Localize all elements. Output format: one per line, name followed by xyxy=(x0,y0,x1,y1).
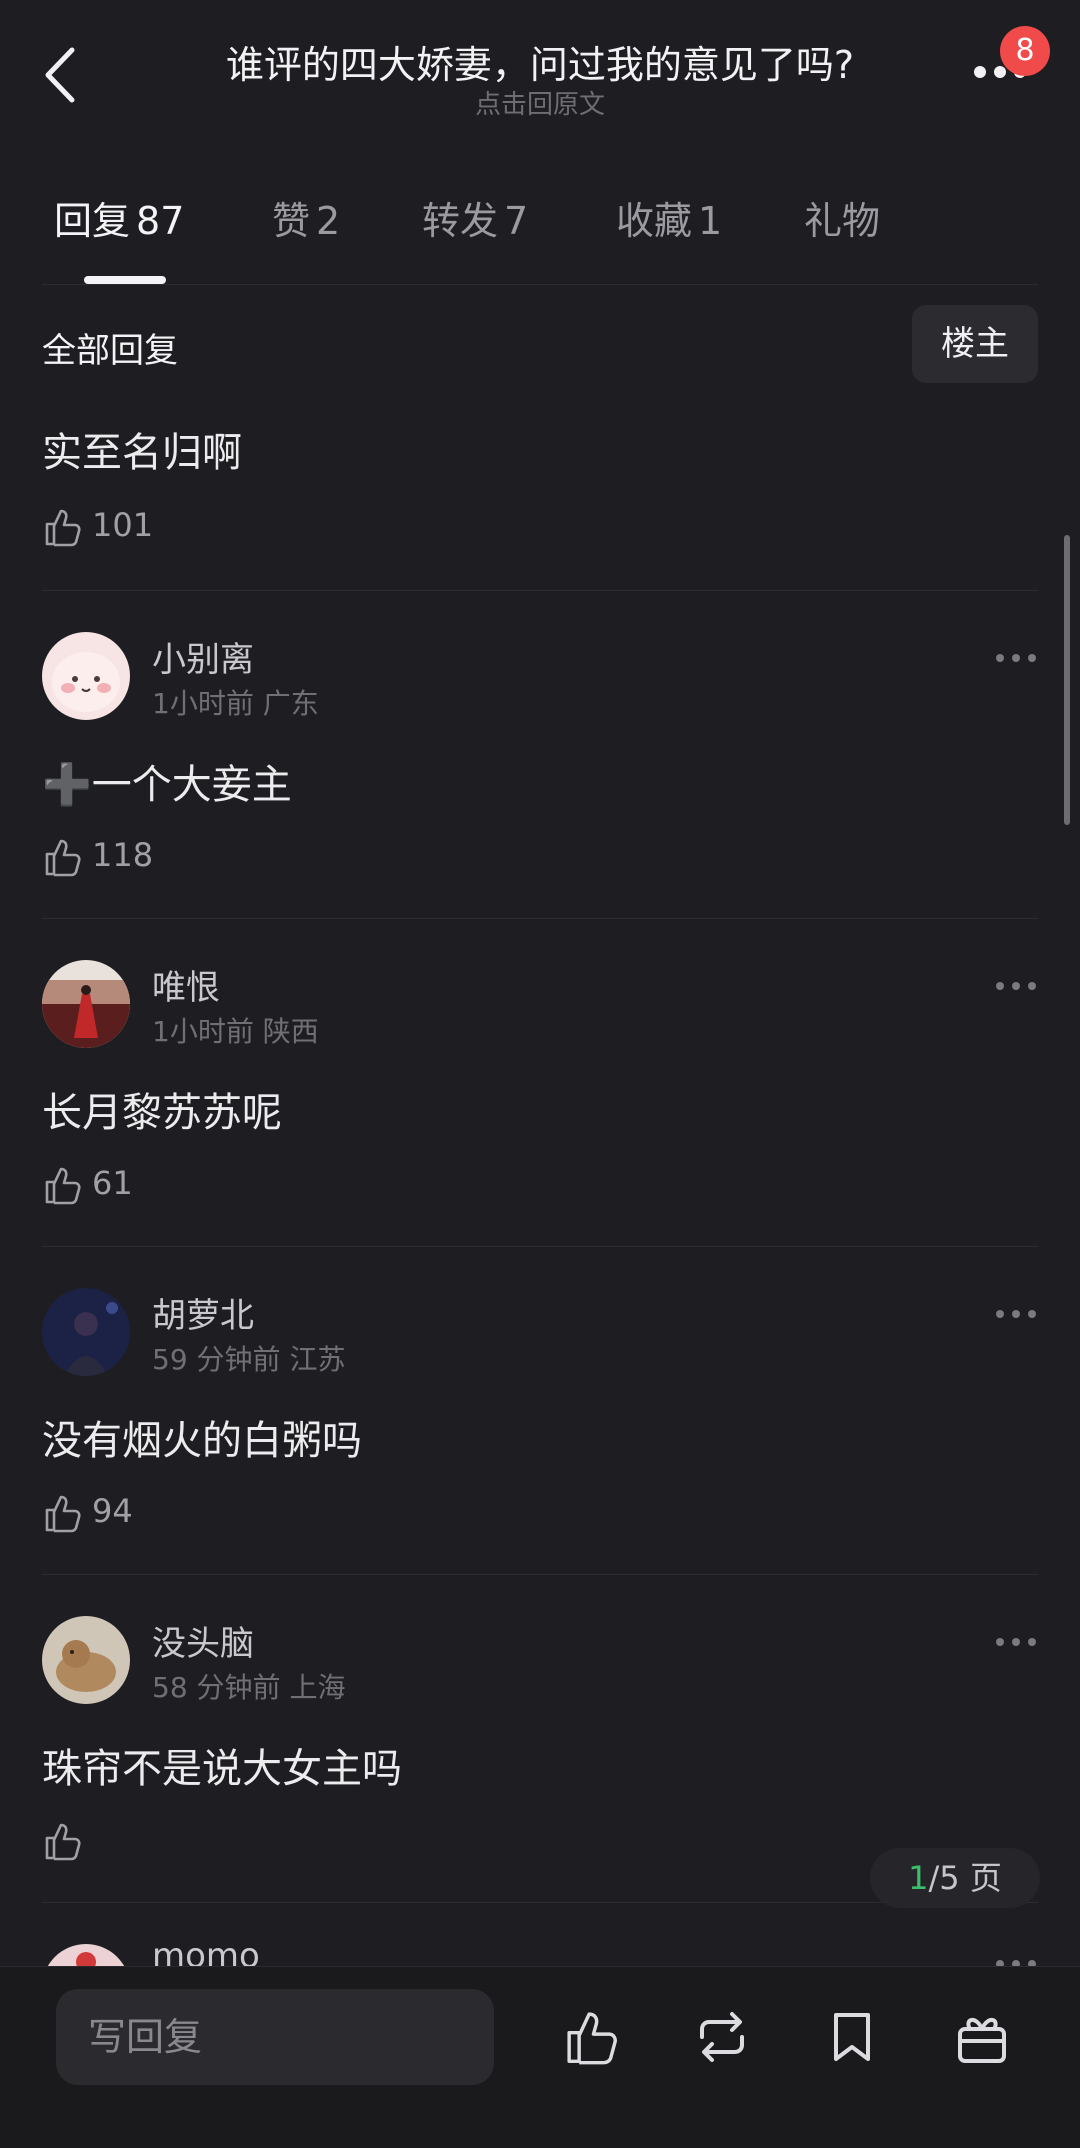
thumbs-up-icon xyxy=(45,509,81,547)
comment-item: 小别离 1小时前 广东 ➕一个大妾主 118 xyxy=(42,632,1038,919)
comment-item: momo xyxy=(42,1944,1038,1966)
comment-meta: 59 分钟前 江苏 xyxy=(152,1338,345,1378)
comment-time: 1小时前 xyxy=(152,1015,254,1048)
all-replies-label: 全部回复 xyxy=(42,331,178,371)
tab-label: 收藏 xyxy=(616,199,693,243)
comment-more-button[interactable] xyxy=(994,1956,1038,1966)
comment-divider xyxy=(42,1246,1038,1247)
like-count: 61 xyxy=(92,1164,133,1202)
thumbs-up-icon xyxy=(45,839,81,877)
gift-icon xyxy=(958,2018,1006,2063)
tab-label: 回复 xyxy=(54,199,131,243)
total-pages: /5 页 xyxy=(928,1859,1002,1897)
avatar[interactable] xyxy=(42,1616,130,1704)
owner-only-button[interactable]: 楼主 xyxy=(912,305,1038,383)
comment-location: 江苏 xyxy=(289,1343,346,1376)
bookmark-button[interactable] xyxy=(822,2007,882,2067)
tab-count: 1 xyxy=(698,199,723,243)
comment-more-button[interactable] xyxy=(994,1634,1038,1648)
comment-meta: 58 分钟前 上海 xyxy=(152,1666,345,1706)
user-name[interactable]: momo xyxy=(152,1944,260,1966)
avatar[interactable] xyxy=(42,960,130,1048)
more-dots-icon xyxy=(996,1960,1036,1966)
like-post-button[interactable] xyxy=(562,2007,622,2067)
reply-input[interactable]: 写回复 xyxy=(56,1989,494,2085)
like-count: 94 xyxy=(92,1492,133,1530)
post-title[interactable]: 谁评的四大娇妻，问过我的意见了吗? xyxy=(0,34,1080,89)
comment-divider xyxy=(42,590,1038,591)
comment-more-button[interactable] xyxy=(994,978,1038,992)
comment-meta: 1小时前 陕西 xyxy=(152,1010,319,1050)
avatar[interactable] xyxy=(42,632,130,720)
comment-time: 1小时前 xyxy=(152,687,254,720)
tab-likes[interactable]: 赞2 xyxy=(272,190,340,245)
user-name[interactable]: 唯恨 xyxy=(152,960,220,1009)
comment-text: 珠帘不是说大女主吗 xyxy=(42,1746,402,1792)
repost-icon xyxy=(700,2012,744,2062)
user-name[interactable]: 没头脑 xyxy=(152,1616,254,1665)
tab-count: 7 xyxy=(504,199,529,243)
tab-label: 转发 xyxy=(422,199,499,243)
active-tab-indicator xyxy=(84,276,166,284)
section-header: 全部回复 楼主 xyxy=(42,305,1038,383)
bookmark-icon xyxy=(834,2013,870,2061)
tab-favorites[interactable]: 收藏 1 xyxy=(616,190,722,245)
like-count: 101 xyxy=(92,506,154,544)
comment-location: 广东 xyxy=(262,687,319,720)
comment-item: 唯恨 1小时前 陕西 长月黎苏苏呢 61 xyxy=(42,960,1038,1247)
comment-time: 59 分钟前 xyxy=(152,1343,281,1376)
comment-item: 胡萝北 59 分钟前 江苏 没有烟火的白粥吗 94 xyxy=(42,1288,1038,1575)
like-button[interactable]: 118 xyxy=(42,832,182,882)
comment-text: 实至名归啊 xyxy=(42,430,242,476)
comment-more-button[interactable] xyxy=(994,1306,1038,1320)
tab-count: 87 xyxy=(136,199,185,243)
comment-text: ➕一个大妾主 xyxy=(42,762,292,808)
repost-button[interactable] xyxy=(692,2007,752,2067)
comment-divider xyxy=(42,918,1038,919)
gift-button[interactable] xyxy=(952,2007,1012,2067)
comment-time: 58 分钟前 xyxy=(152,1671,281,1704)
more-dots-icon xyxy=(996,1638,1036,1646)
comment-meta: 1小时前 广东 xyxy=(152,682,319,722)
thumbs-up-icon xyxy=(45,1823,81,1861)
comment-location: 上海 xyxy=(289,1671,346,1704)
bottom-action-bar: 写回复 xyxy=(0,1966,1080,2148)
thumbs-up-icon xyxy=(45,1167,81,1205)
like-button[interactable] xyxy=(42,1816,102,1866)
like-button[interactable]: 94 xyxy=(42,1488,182,1538)
comment-text: 长月黎苏苏呢 xyxy=(42,1090,282,1136)
comment-divider xyxy=(42,1574,1038,1575)
scrollbar[interactable] xyxy=(1064,535,1070,825)
notification-badge: 8 xyxy=(1000,26,1050,76)
like-count: 118 xyxy=(92,836,154,874)
page-indicator[interactable]: 1/5 页 xyxy=(870,1848,1040,1908)
more-dots-icon xyxy=(996,982,1036,990)
like-icon xyxy=(567,2012,617,2065)
comment-location: 陕西 xyxy=(262,1015,319,1048)
more-dots-icon xyxy=(996,1310,1036,1318)
top-header: 谁评的四大娇妻，问过我的意见了吗? 点击回原文 8 xyxy=(0,0,1080,150)
tab-replies[interactable]: 回复 87 xyxy=(54,190,184,245)
comment-item: 实至名归啊 101 xyxy=(42,420,1038,591)
avatar[interactable] xyxy=(42,1944,130,1966)
avatar[interactable] xyxy=(42,1288,130,1376)
tab-label: 赞 xyxy=(272,199,311,243)
tab-label: 礼物 xyxy=(804,199,881,243)
tab-gifts[interactable]: 礼物 xyxy=(804,190,880,245)
comment-text: 没有烟火的白粥吗 xyxy=(42,1418,362,1464)
tab-count: 2 xyxy=(316,199,341,243)
comment-more-button[interactable] xyxy=(994,650,1038,664)
current-page: 1 xyxy=(908,1859,929,1897)
tab-reposts[interactable]: 转发 7 xyxy=(422,190,528,245)
like-button[interactable]: 61 xyxy=(42,1160,182,1210)
like-button[interactable]: 101 xyxy=(42,502,182,552)
back-to-original-link[interactable]: 点击回原文 xyxy=(0,84,1080,121)
thumbs-up-icon xyxy=(45,1495,81,1533)
tab-bar: 回复 87 赞2 转发 7 收藏 1 礼物 xyxy=(42,190,1042,280)
user-name[interactable]: 小别离 xyxy=(152,632,254,681)
more-dots-icon xyxy=(996,654,1036,662)
user-name[interactable]: 胡萝北 xyxy=(152,1288,254,1337)
tab-divider xyxy=(42,284,1038,285)
